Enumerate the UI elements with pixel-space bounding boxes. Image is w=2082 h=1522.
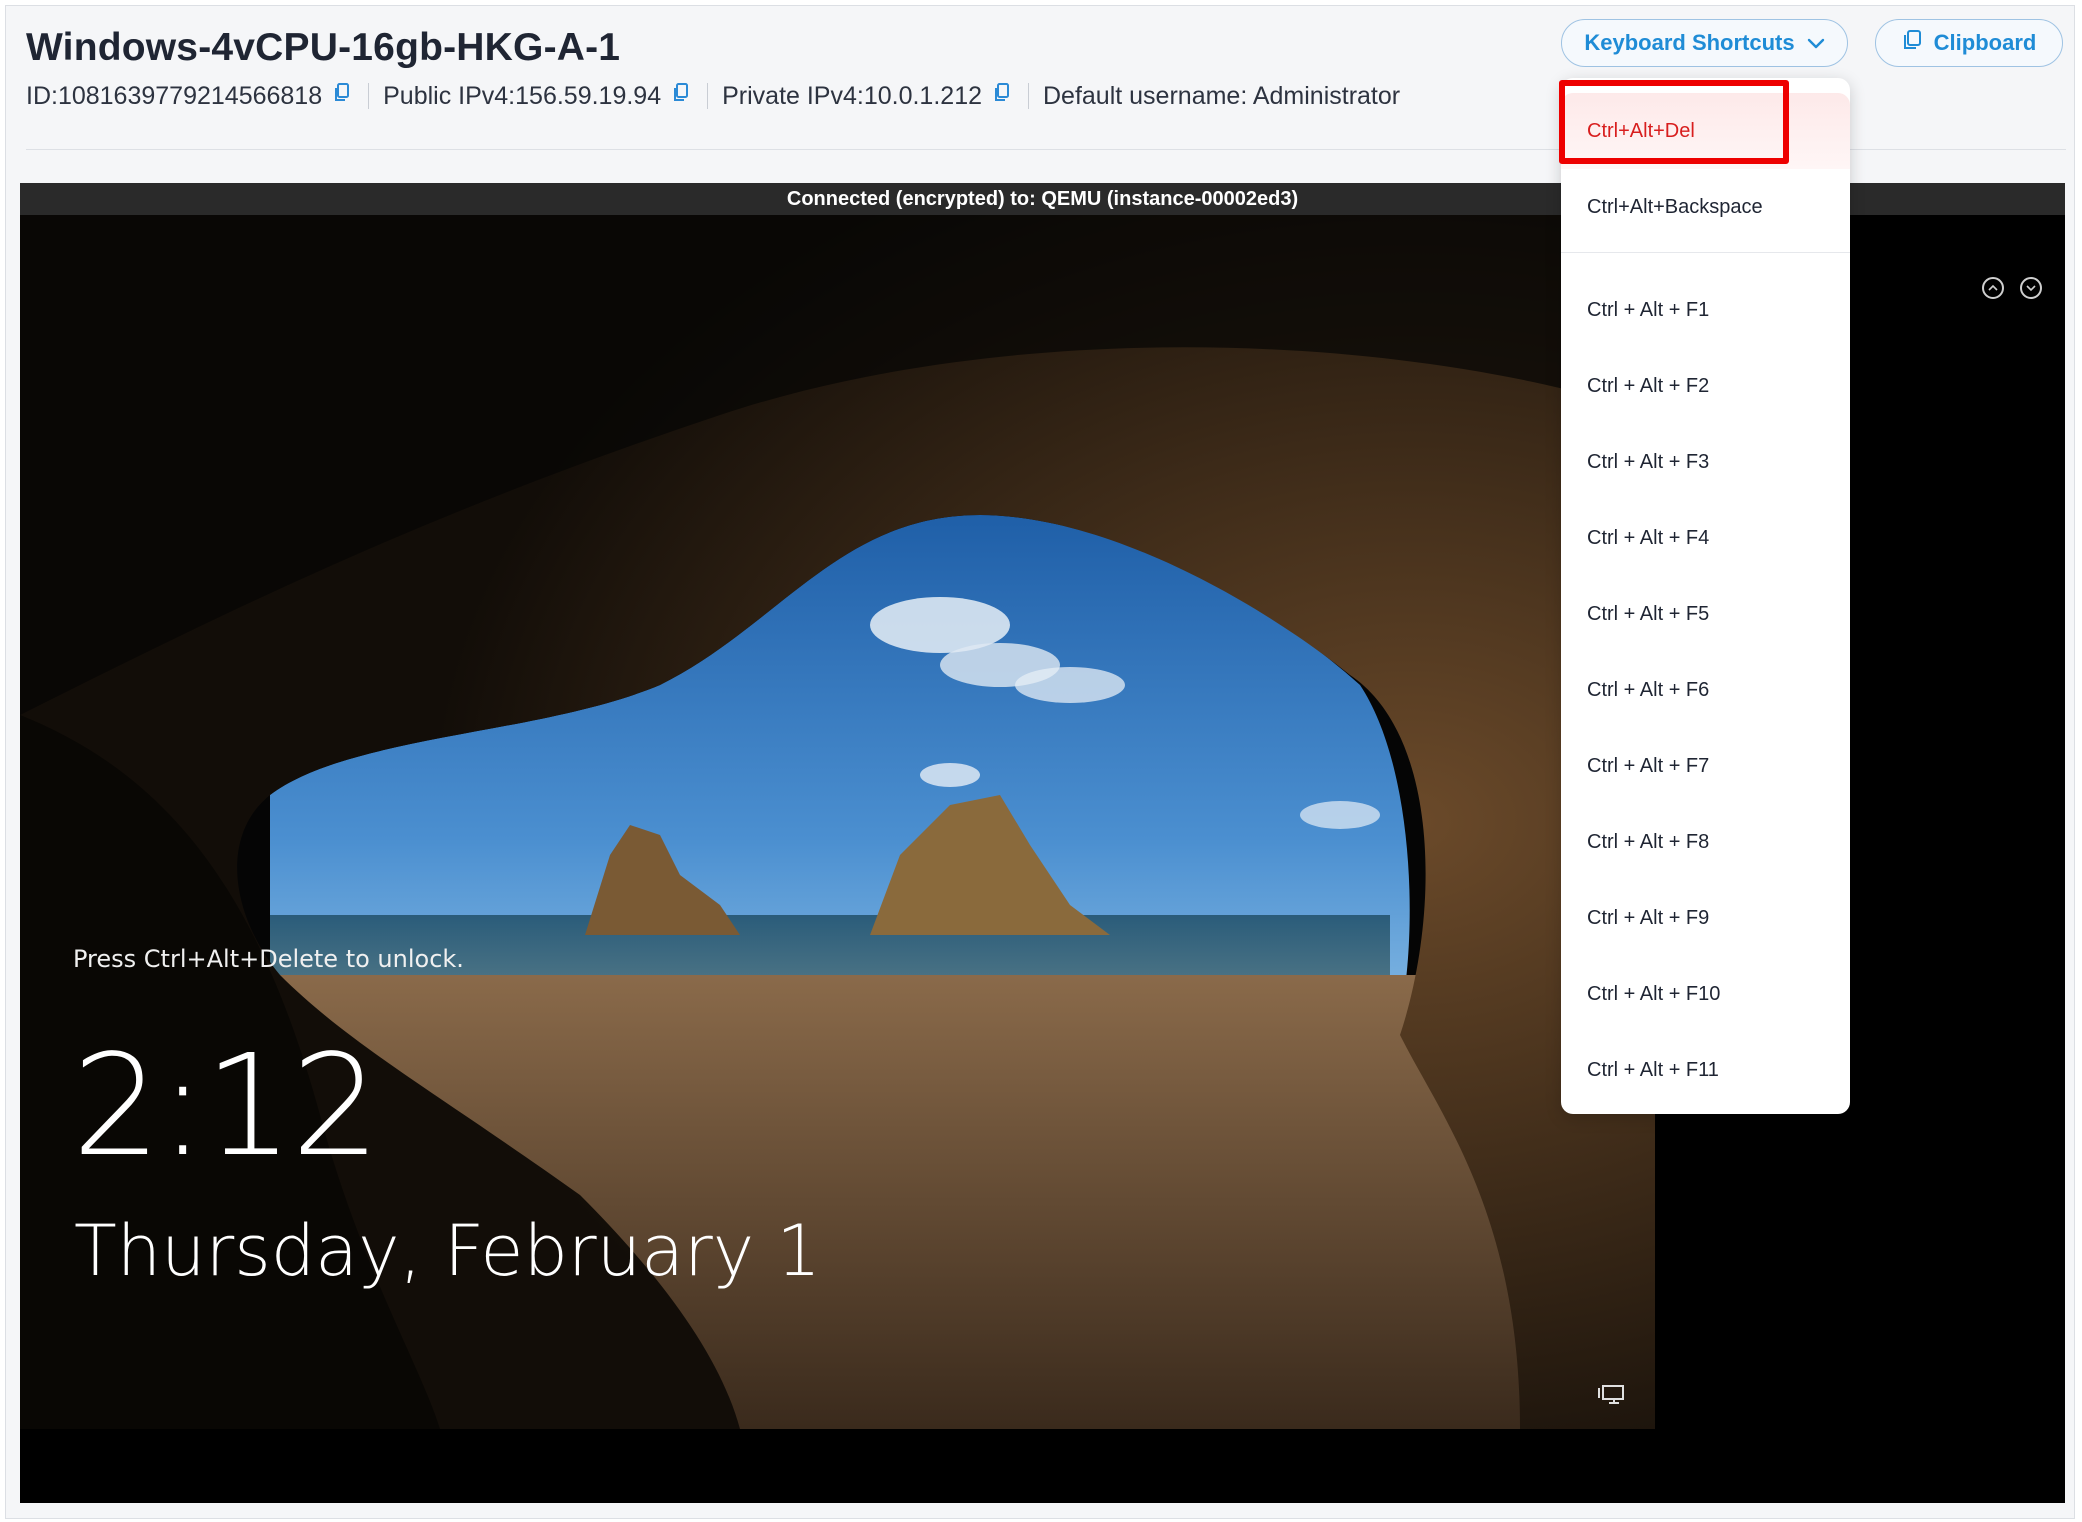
copy-icon[interactable] [673,83,689,109]
menu-item-ctrl-alt-f10[interactable]: Ctrl + Alt + F10 [1561,956,1850,1032]
menu-item-ctrl-alt-f8[interactable]: Ctrl + Alt + F8 [1561,804,1850,880]
menu-item-ctrl-alt-f4[interactable]: Ctrl + Alt + F4 [1561,500,1850,576]
unlock-hint: Press Ctrl+Alt+Delete to unlock. [73,945,464,973]
clipboard-label: Clipboard [1933,30,2037,55]
instance-meta: ID:1081639779214566818 Public IPv4:156.5… [26,78,1400,114]
menu-divider [1561,252,1850,253]
menu-item-ctrl-alt-f2[interactable]: Ctrl + Alt + F2 [1561,348,1850,424]
menu-item-ctrl-alt-f5[interactable]: Ctrl + Alt + F5 [1561,576,1850,652]
copy-icon[interactable] [994,83,1010,109]
network-icon [1597,1384,1625,1406]
default-username: Default username: Administrator [1043,81,1401,110]
keyboard-shortcuts-button[interactable]: Keyboard Shortcuts [1561,19,1848,67]
highlight-annotation [1559,80,1789,164]
menu-item-ctrl-alt-f1[interactable]: Ctrl + Alt + F1 [1561,272,1850,348]
clipboard-icon [1902,29,1922,57]
keyboard-shortcuts-label: Keyboard Shortcuts [1584,30,1795,55]
public-ip: Public IPv4:156.59.19.94 [383,81,662,110]
page-title: Windows-4vCPU-16gb-HKG-A-1 [26,26,621,69]
scroll-down-icon[interactable] [2020,277,2042,299]
meta-divider [707,83,709,109]
menu-item-ctrl-alt-f7[interactable]: Ctrl + Alt + F7 [1561,728,1850,804]
private-ip: Private IPv4:10.0.1.212 [722,81,982,110]
lock-screen-wallpaper: Press Ctrl+Alt+Delete to unlock. 2:12 Th… [20,215,1655,1429]
lock-date: Thursday, February 1 [74,1210,821,1292]
chevron-down-icon [1807,30,1825,56]
menu-item-ctrl-alt-f6[interactable]: Ctrl + Alt + F6 [1561,652,1850,728]
menu-item-ctrl-alt-f11[interactable]: Ctrl + Alt + F11 [1561,1032,1850,1108]
copy-icon[interactable] [334,83,350,109]
meta-divider [368,83,370,109]
clipboard-button[interactable]: Clipboard [1875,19,2063,67]
menu-item-ctrl-alt-f9[interactable]: Ctrl + Alt + F9 [1561,880,1850,956]
instance-id: ID:1081639779214566818 [26,81,323,110]
meta-divider [1028,83,1029,109]
keyboard-shortcuts-menu: Ctrl+Alt+Del Ctrl+Alt+Backspace Ctrl + A… [1561,78,1850,1114]
scroll-up-icon[interactable] [1982,277,2004,299]
lock-clock: 2:12 [72,1025,380,1188]
menu-item-ctrl-alt-backspace[interactable]: Ctrl+Alt+Backspace [1561,169,1850,245]
menu-item-ctrl-alt-f3[interactable]: Ctrl + Alt + F3 [1561,424,1850,500]
